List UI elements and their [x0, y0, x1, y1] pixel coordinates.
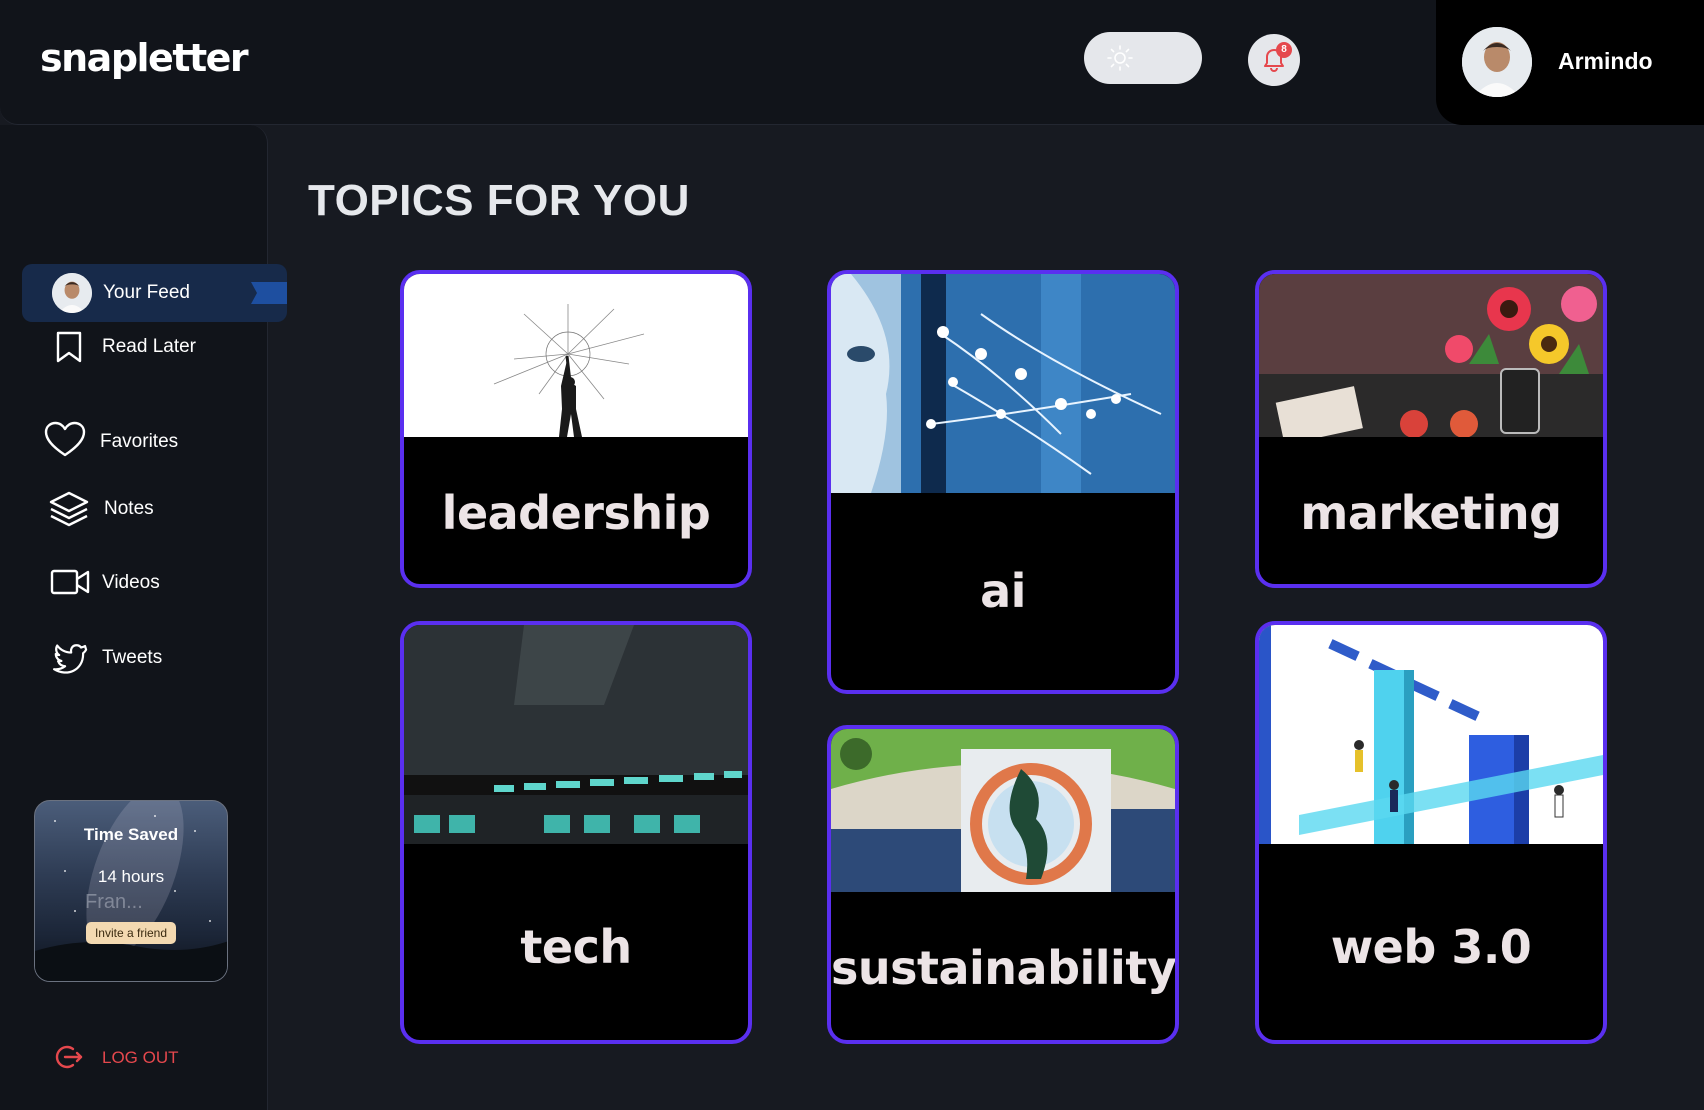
sun-icon — [1107, 45, 1133, 71]
topic-card-marketing[interactable]: marketing — [1255, 270, 1607, 588]
user-name: Armindo — [1558, 48, 1653, 74]
top-bar: snapletter 8 Armindo — [0, 0, 1704, 125]
topic-card-tech[interactable]: tech — [400, 621, 752, 1044]
heart-icon — [44, 421, 86, 457]
topic-label: web 3.0 — [1330, 920, 1532, 974]
layers-icon — [49, 491, 89, 527]
bookmark-icon — [56, 331, 82, 363]
avatar — [52, 273, 92, 313]
sidebar-item-label: Favorites — [100, 431, 179, 452]
leadership-image — [404, 274, 748, 437]
topic-card-web-3-0[interactable]: web 3.0 — [1255, 621, 1607, 1044]
video-camera-icon — [50, 569, 90, 595]
sidebar-item-read-later[interactable]: Read Later — [54, 330, 254, 374]
sustainability-image — [831, 729, 1175, 892]
sidebar-item-label: Notes — [104, 498, 154, 519]
time-saved-card: Time Saved 14 hours Fran... Invite a fri… — [34, 800, 228, 982]
avatar — [1462, 27, 1532, 97]
time-saved-value: 14 hours — [97, 867, 165, 886]
topic-label: marketing — [1300, 486, 1562, 540]
sidebar-item-label: Videos — [102, 572, 160, 593]
sidebar-item-your-feed[interactable]: Your Feed — [22, 264, 287, 322]
sidebar-item-label: Tweets — [102, 647, 163, 668]
tech-image — [404, 625, 748, 844]
sidebar-item-label: Your Feed — [103, 282, 190, 303]
user-profile[interactable]: Armindo — [1436, 0, 1704, 125]
sidebar-item-tweets[interactable]: Tweets — [50, 644, 250, 691]
topic-label: leadership — [441, 486, 711, 540]
page-title: TOPICS FOR YOU — [308, 176, 690, 225]
marketing-image — [1259, 274, 1603, 437]
notifications-button[interactable]: 8 — [1248, 34, 1300, 86]
topic-label: tech — [520, 920, 632, 974]
logout-icon — [55, 1045, 83, 1069]
logout-button[interactable]: LOG OUT — [54, 1040, 214, 1074]
sidebar: Your Feed Read Later Favorites Notes Vid… — [0, 125, 287, 1110]
active-indicator-icon — [251, 282, 287, 304]
theme-toggle[interactable] — [1084, 32, 1202, 84]
topic-card-ai[interactable]: ai — [827, 270, 1179, 694]
topic-label: ai — [980, 564, 1026, 618]
topic-card-leadership[interactable]: leadership — [400, 270, 752, 588]
time-saved-ghost-text: Fran... — [85, 891, 143, 913]
topic-label: sustainability — [831, 941, 1177, 995]
twitter-bird-icon — [53, 644, 88, 674]
topic-card-sustainability[interactable]: sustainability — [827, 725, 1179, 1044]
sidebar-item-notes[interactable]: Notes — [48, 491, 248, 542]
notification-badge: 8 — [1276, 42, 1292, 58]
invite-friend-button[interactable]: Invite a friend — [86, 922, 176, 944]
app-logo[interactable]: snapletter — [40, 36, 249, 80]
time-saved-title: Time Saved — [83, 825, 179, 844]
sidebar-item-label: Read Later — [102, 336, 197, 357]
ai-image — [831, 274, 1175, 493]
web3-image — [1259, 625, 1603, 844]
logout-label: LOG OUT — [102, 1048, 179, 1067]
sidebar-item-videos[interactable]: Videos — [50, 569, 250, 616]
sidebar-item-favorites[interactable]: Favorites — [44, 421, 244, 475]
